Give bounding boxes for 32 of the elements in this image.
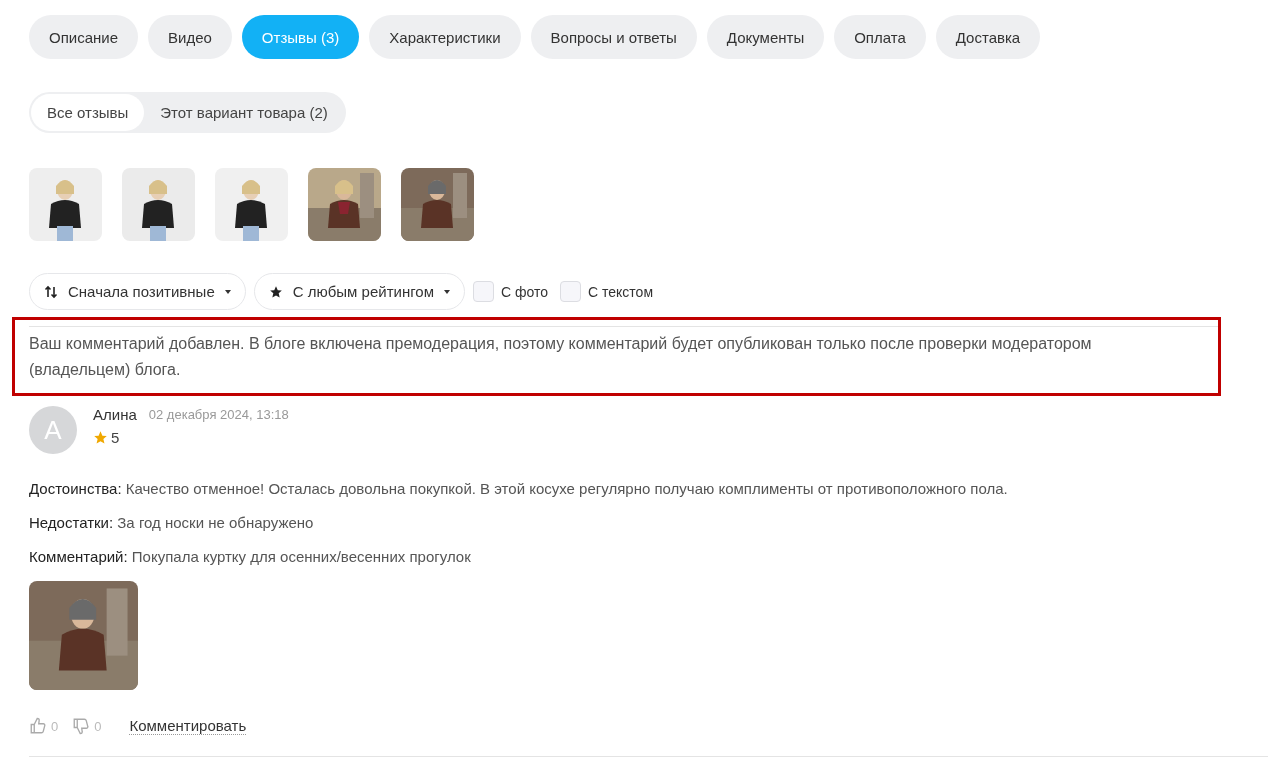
thumbs-down-icon — [72, 717, 91, 735]
segment-tab[interactable]: Все отзывы — [31, 94, 145, 131]
star-icon — [268, 284, 283, 299]
review-paragraph: Достоинства: Качество отменное! Осталась довольна покупкой. В этой косухе регулярно получаю комплименты от противоположного пола. — [29, 480, 1009, 497]
comment-link[interactable]: Комментировать — [129, 717, 247, 735]
author-name: Алина — [93, 406, 137, 423]
review-date: 02 декабря 2024, 13:18 — [148, 407, 289, 422]
sort-dropdown[interactable]: Сначала позитивные — [29, 273, 246, 310]
dislike-count: 0 — [94, 718, 102, 734]
checkbox-label: С фото — [501, 283, 549, 300]
notice-text: Ваш комментарий добавлен. В блоге включена премодерация, поэтому комментарий будет опубликован только после проверки модератором (владельцем) блога. — [29, 334, 1093, 380]
caret-icon — [444, 289, 450, 294]
like-count: 0 — [51, 718, 59, 734]
tab[interactable]: Вопросы и ответы — [530, 15, 697, 59]
star-icon — [93, 430, 108, 445]
review-paragraph: Недостатки: За год носки не обнаружено — [29, 514, 315, 531]
tab[interactable]: Оплата — [834, 15, 926, 59]
segment-tab[interactable]: Этот вариант товара (2) — [144, 94, 344, 131]
thumbs-up-icon — [29, 717, 47, 735]
tab[interactable]: Доставка — [935, 15, 1041, 59]
tab[interactable]: Описание — [29, 15, 139, 59]
review-paragraph: Комментарий: Покупала куртку для осенних/весенних прогулок — [29, 548, 472, 565]
caret-icon — [224, 289, 231, 294]
rating-value: 5 — [111, 429, 120, 446]
tab[interactable]: Документы — [706, 15, 825, 59]
checkbox[interactable] — [473, 281, 494, 302]
tab[interactable]: Видео — [148, 15, 232, 59]
sort-icon — [44, 284, 58, 299]
checkbox[interactable] — [560, 281, 582, 302]
tab[interactable]: Характеристики — [369, 15, 521, 59]
checkbox-label: С текстом — [588, 283, 654, 300]
rating-dropdown[interactable]: С любым рейтингом — [253, 273, 465, 310]
